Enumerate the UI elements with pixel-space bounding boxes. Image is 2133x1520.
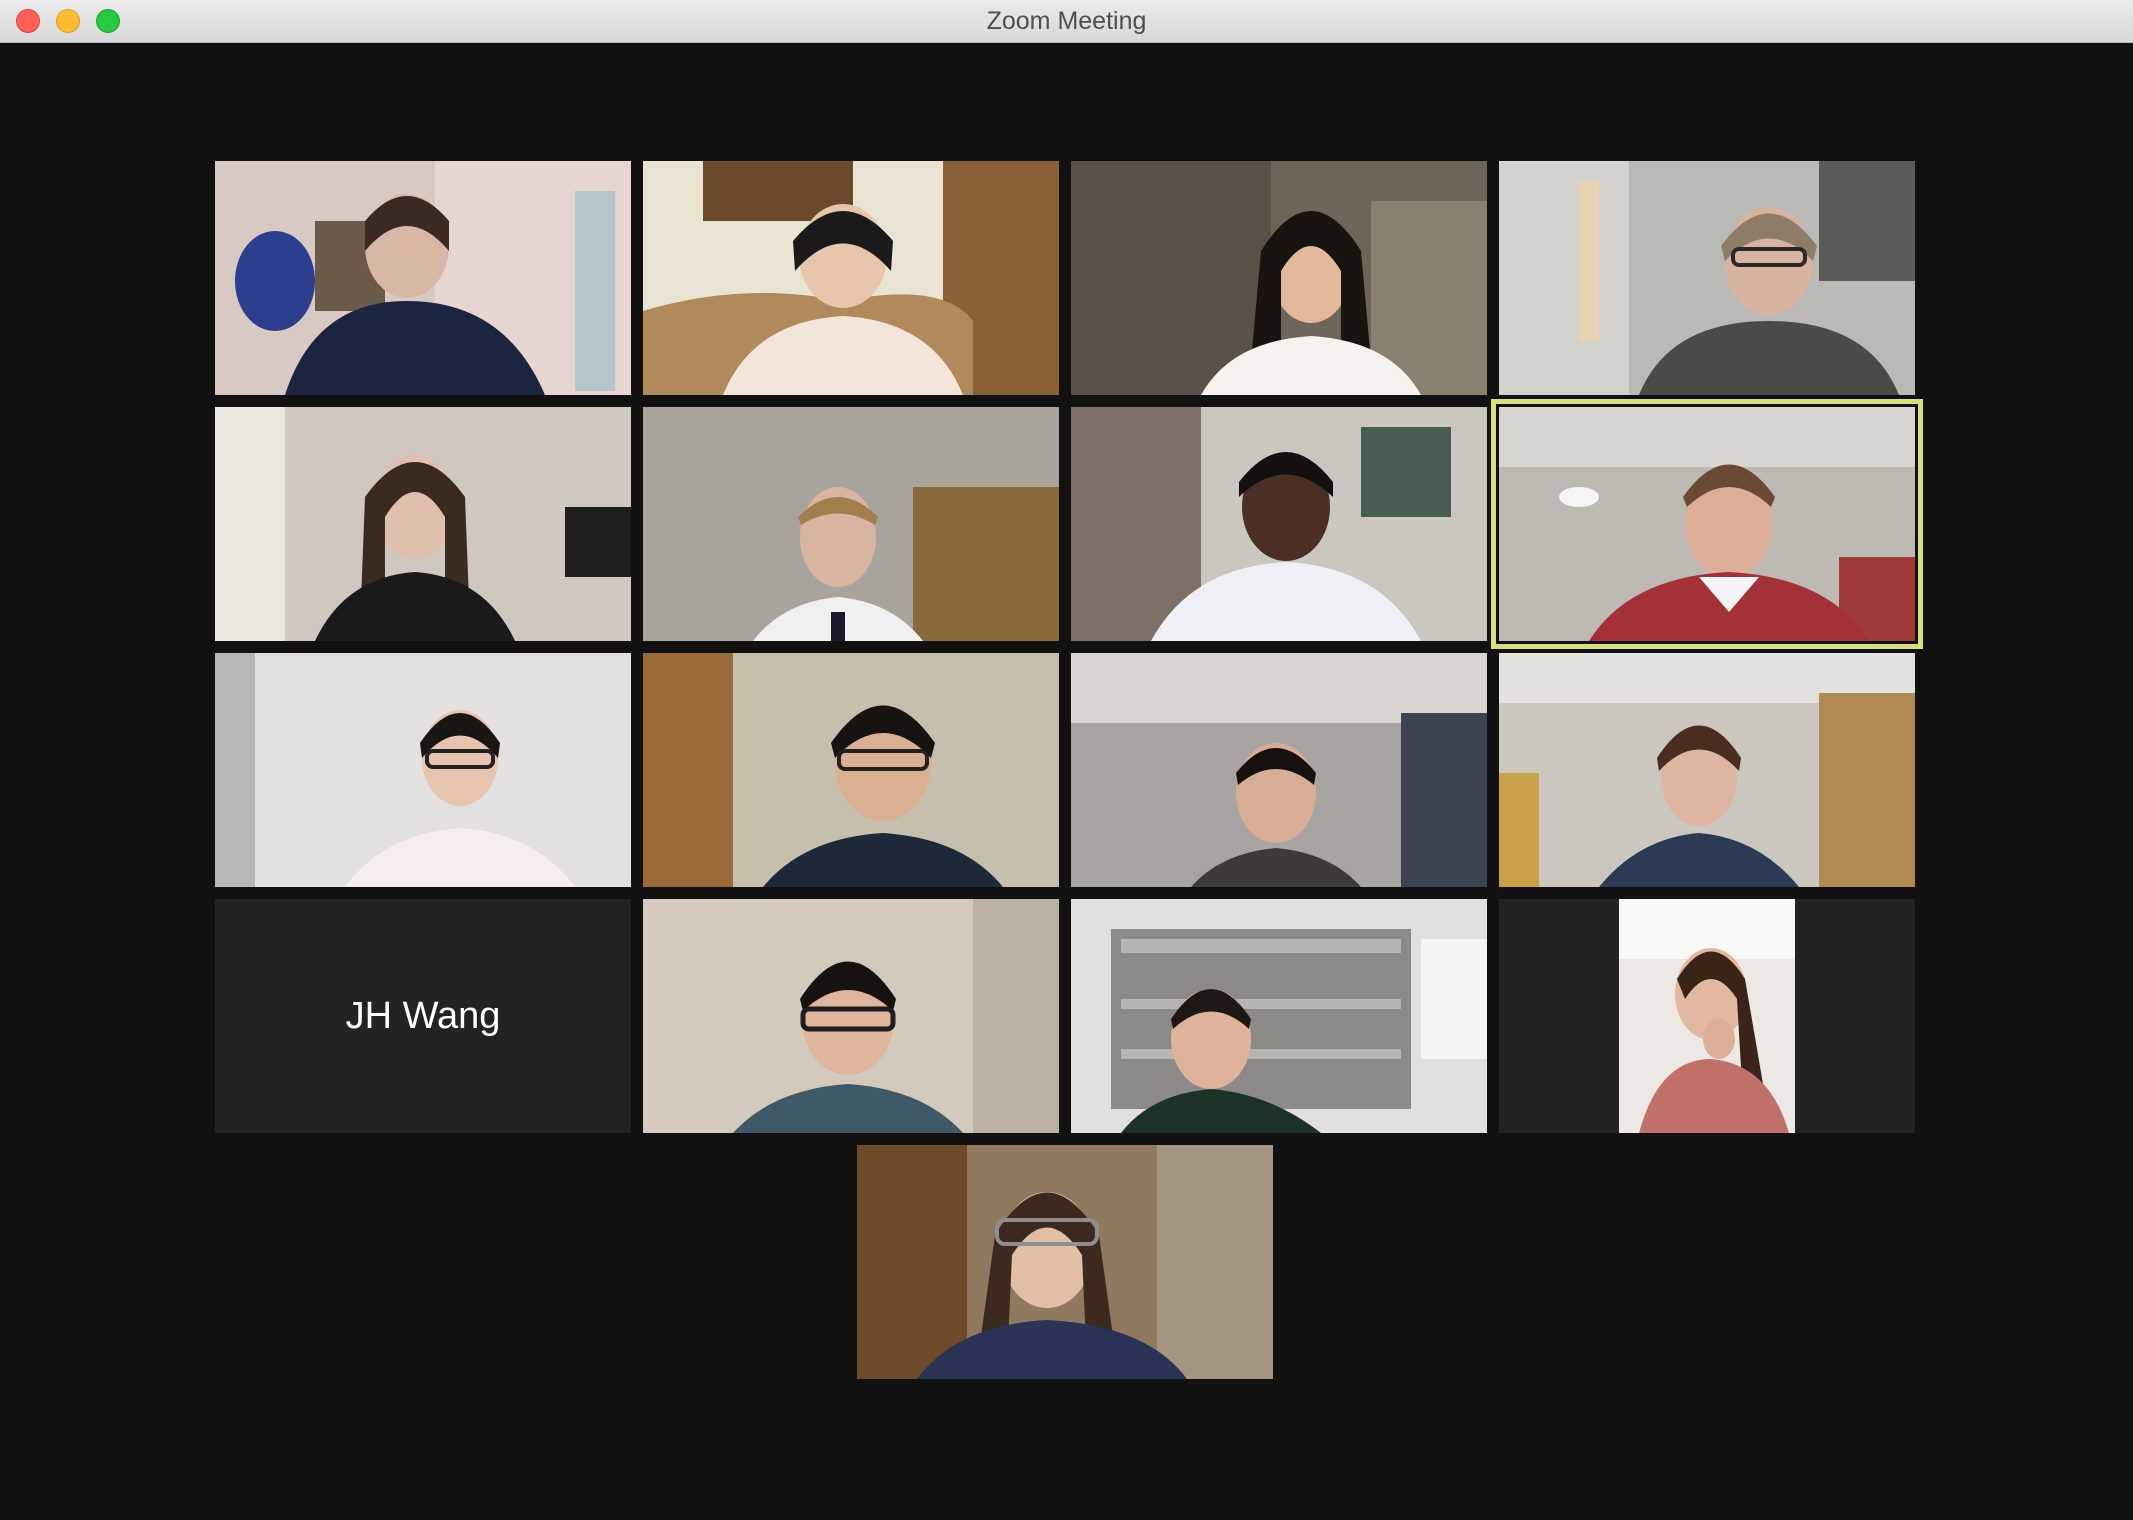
video-feed: [643, 653, 1059, 887]
participant-tile-8-active-speaker[interactable]: [1491, 399, 1923, 649]
participant-tile-6[interactable]: [643, 407, 1059, 641]
participant-tile-9[interactable]: [215, 653, 631, 887]
participant-tile-10[interactable]: [643, 653, 1059, 887]
participant-tile-13-video-off[interactable]: JH Wang: [215, 899, 631, 1133]
participant-tile-7[interactable]: [1071, 407, 1487, 641]
video-feed: [215, 407, 631, 641]
video-feed: [1071, 161, 1487, 395]
participant-name: JH Wang: [345, 994, 501, 1037]
video-feed: [1499, 653, 1915, 887]
participant-tile-17[interactable]: [857, 1145, 1273, 1379]
zoom-icon[interactable]: [96, 9, 120, 33]
video-feed: [215, 161, 631, 395]
participant-tile-4[interactable]: [1499, 161, 1915, 395]
gallery-view: JH Wang: [0, 43, 2133, 1520]
minimize-icon[interactable]: [56, 9, 80, 33]
video-feed: [1071, 899, 1487, 1133]
video-feed: [1499, 161, 1915, 395]
video-feed: [1071, 653, 1487, 887]
participant-tile-16[interactable]: [1499, 899, 1915, 1133]
close-icon[interactable]: [16, 9, 40, 33]
participant-tile-5[interactable]: [215, 407, 631, 641]
participant-tile-3[interactable]: [1071, 161, 1487, 395]
video-feed: [643, 161, 1059, 395]
video-feed: [215, 653, 631, 887]
video-feed: [1071, 407, 1487, 641]
video-feed: [643, 899, 1059, 1133]
video-feed: [643, 407, 1059, 641]
zoom-meeting-window: Zoom Meeting JH Wang: [0, 0, 2133, 1520]
participant-tile-15[interactable]: [1071, 899, 1487, 1133]
video-feed: [1499, 407, 1915, 641]
participant-tile-11[interactable]: [1071, 653, 1487, 887]
participant-tile-1[interactable]: [215, 161, 631, 395]
portrait-video: [1619, 899, 1795, 1133]
participant-tile-12[interactable]: [1499, 653, 1915, 887]
video-feed: [857, 1145, 1273, 1379]
participant-tile-14[interactable]: [643, 899, 1059, 1133]
window-title: Zoom Meeting: [986, 7, 1147, 35]
title-bar[interactable]: Zoom Meeting: [0, 0, 2133, 43]
video-feed: [1619, 899, 1795, 1133]
participant-tile-2[interactable]: [643, 161, 1059, 395]
